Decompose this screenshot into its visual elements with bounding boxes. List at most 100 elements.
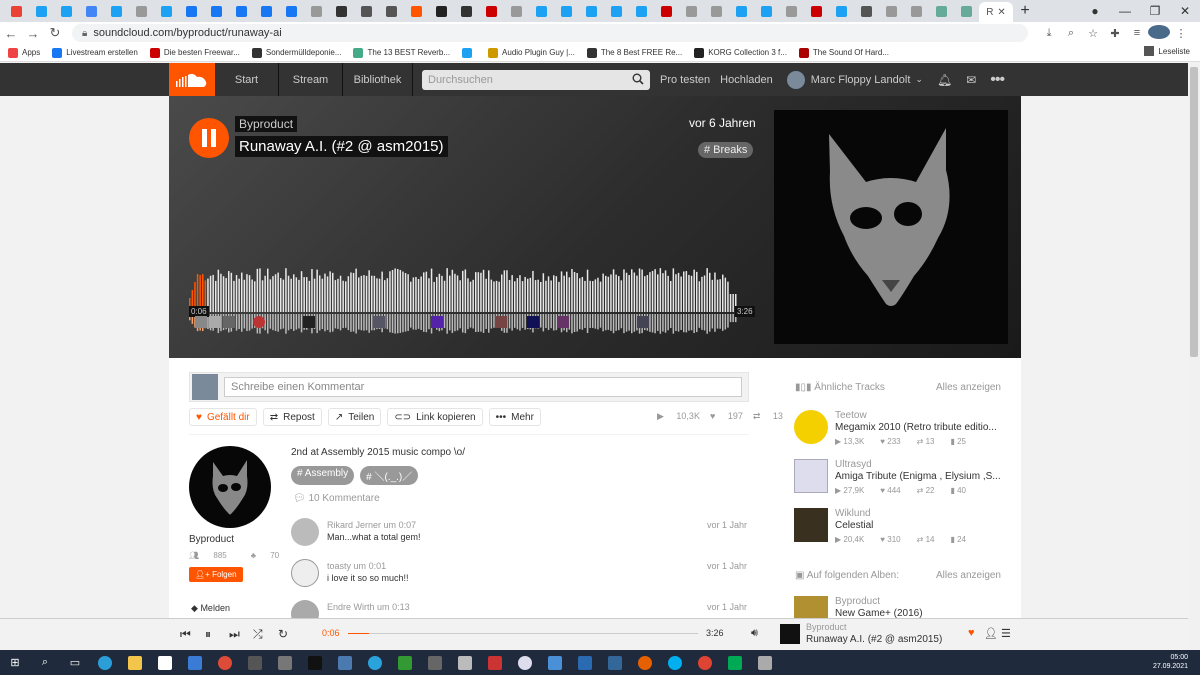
queue-icon[interactable]: ☰ [1001,627,1011,640]
timed-comment-avatar[interactable] [195,316,207,328]
page-scrollbar[interactable] [1188,63,1200,650]
browser-tab[interactable] [704,2,728,20]
bookmark-item[interactable]: Audio Plugin Guy |... [488,47,575,58]
edge-icon[interactable] [90,650,120,675]
related-title[interactable]: Megamix 2010 (Retro tribute editio... [835,422,1003,433]
firefox-icon[interactable] [630,650,660,675]
browser-tab[interactable] [204,2,228,20]
bookmark-item[interactable]: Livestream erstellen [52,47,138,58]
install-icon[interactable]: ⤓ [1038,27,1060,40]
share-button[interactable]: ↗ Teilen [327,408,382,426]
reading-list[interactable]: Leseliste [1144,46,1190,56]
browser-tab[interactable] [804,2,828,20]
search-input[interactable]: Durchsuchen [422,69,650,90]
app-icon[interactable] [330,650,360,675]
hero-artist[interactable]: Byproduct [235,116,298,132]
now-playing-title[interactable]: Runaway A.I. (#2 @ asm2015) [806,634,942,645]
genre-tag[interactable]: # Breaks [698,142,754,158]
extensions-icon[interactable]: ✚ [1104,27,1126,40]
browser-tab[interactable] [54,2,78,20]
tag-assembly[interactable]: # Assembly [291,466,355,485]
follow-user-icon[interactable]: 👤︎ [984,627,998,640]
next-icon[interactable]: ⏭︎ [229,627,240,642]
browser-tab[interactable] [279,2,303,20]
comment-user[interactable]: Rikard Jerner [327,520,381,530]
timed-comment-avatar[interactable] [495,316,507,328]
browser-tab[interactable] [904,2,928,20]
browser-tab[interactable] [579,2,603,20]
new-tab-button[interactable]: + [1014,2,1036,20]
follow-button[interactable]: 👤︎+ Folgen [189,567,243,582]
browser-tab[interactable] [529,2,553,20]
upload-link[interactable]: Hochladen [720,74,773,86]
now-playing-artwork[interactable] [780,624,800,644]
timed-comment-avatar[interactable] [303,316,315,328]
album-artist[interactable]: Byproduct [835,596,880,607]
related-artist[interactable]: Wiklund [835,508,871,519]
explorer-icon[interactable] [120,650,150,675]
browser-tab[interactable] [454,2,478,20]
bookmark-item[interactable]: The 13 BEST Reverb... [353,47,450,58]
app-icon[interactable] [690,650,720,675]
browser-tab[interactable] [429,2,453,20]
album-title[interactable]: New Game+ (2016) [835,608,1003,618]
reposts-stat[interactable]: ⇄ 13 [753,411,783,422]
nav-start[interactable]: Start [215,63,279,96]
app-icon[interactable] [450,650,480,675]
browser-tab[interactable] [104,2,128,20]
browser-tab[interactable] [29,2,53,20]
app-icon[interactable] [420,650,450,675]
timed-comment-avatar[interactable] [253,316,265,328]
nav-stream[interactable]: Stream [279,63,343,96]
copy-link-button[interactable]: ⊂⊃ Link kopieren [387,408,483,426]
browser-tab[interactable] [779,2,803,20]
tracks-stat[interactable]: ♣ 70 [251,551,291,560]
browser-tab[interactable] [354,2,378,20]
app-icon[interactable] [510,650,540,675]
bookmark-item[interactable] [462,47,476,58]
more-button[interactable]: ••• Mehr [488,408,541,426]
bookmark-item[interactable]: The 8 Best FREE Re... [586,47,682,58]
previous-icon[interactable]: ⏮︎ [180,627,191,642]
repost-button[interactable]: ⇄ Repost [262,408,322,426]
browser-tab[interactable] [254,2,278,20]
app-icon[interactable] [270,650,300,675]
search-icon[interactable] [632,73,644,85]
comment-user[interactable]: toasty [327,561,351,571]
browser-tab[interactable] [304,2,328,20]
ableton-live-icon[interactable] [300,650,330,675]
chrome-icon[interactable] [210,650,240,675]
track-artwork[interactable] [774,110,1008,344]
minimize-icon[interactable]: — [1110,4,1140,18]
url-field[interactable]: 🔒︎ soundcloud.com/byproduct/runaway-ai [72,24,1028,42]
browser-tab[interactable] [179,2,203,20]
search-icon[interactable]: ⌕ [30,650,60,675]
app-icon[interactable] [240,650,270,675]
timed-comment-avatar[interactable] [431,316,443,328]
mail-icon[interactable] [180,650,210,675]
related-title[interactable]: Celestial [835,520,1003,531]
comment-timestamp[interactable]: 0:07 [399,520,417,530]
browser-tab[interactable] [404,2,428,20]
timed-comment-avatar[interactable] [373,316,385,328]
tag-emoticon[interactable]: # ＼(._.)／ [360,466,419,485]
related-track[interactable]: Ultrasyd Amiga Tribute (Enigma , Elysium… [794,459,1004,505]
browser-tab[interactable] [604,2,628,20]
comment-user[interactable]: Endre Wirth [327,602,375,612]
windows-start-icon[interactable]: ⊞ [0,650,30,675]
player-progress[interactable] [348,633,698,634]
browser-tab[interactable] [754,2,778,20]
soundcloud-logo[interactable] [169,63,215,96]
taskbar-clock[interactable]: 05:00 27.09.2021 [1153,653,1188,671]
related-artist[interactable]: Teetow [835,410,867,421]
artist-name[interactable]: Byproduct [189,534,234,545]
scroll-thumb[interactable] [1190,67,1198,357]
timed-comment-avatar[interactable] [637,316,649,328]
related-track[interactable]: Teetow Megamix 2010 (Retro tribute editi… [794,410,1004,456]
profile-icon[interactable] [1148,24,1170,42]
close-window-icon[interactable]: ✕ [1170,4,1200,18]
app-icon[interactable] [390,650,420,675]
task-view-icon[interactable]: ▭ [60,650,90,675]
albums-show-all[interactable]: Alles anzeigen [936,570,1001,581]
tab-search-icon[interactable]: ● [1080,4,1110,18]
